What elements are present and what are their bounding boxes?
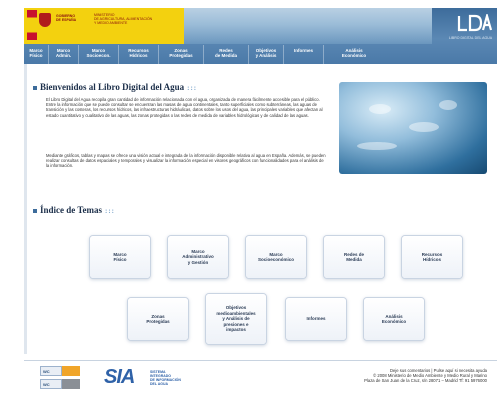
gov-label: GOBIERNO DE ESPAÑA (56, 14, 77, 22)
topic-marco-fisico[interactable]: Marco Físico (90, 236, 150, 278)
dots-icon: ::: (187, 84, 198, 92)
menu-item-recursos-hidricos[interactable]: Recursos Hídricos (119, 45, 159, 64)
topic-recursos-hidricos[interactable]: Recursos Hídricos (402, 236, 462, 278)
indice-heading: Índice de Temas::: (33, 205, 115, 215)
ministry-label: MINISTERIO DE AGRICULTURA, ALIMENTACIÓN … (94, 13, 153, 25)
indice-title-text: Índice de Temas (40, 205, 103, 215)
sia-logo[interactable]: SIA SISTEMA INTEGRADO DE INFORMACIÓN DEL… (104, 366, 194, 390)
topic-informes[interactable]: Informes (286, 298, 346, 340)
topic-marco-administrativo[interactable]: Marco Administrativo y Gestión (168, 236, 228, 278)
topic-analisis-economico[interactable]: Análisis Económico (364, 298, 424, 340)
topic-zonas-protegidas[interactable]: Zonas Protegidas (128, 298, 188, 340)
menu-item-analisis-economico[interactable]: Análisis Económico (324, 45, 384, 64)
welcome-heading: Bienvenidos al Libro Digital del Agua::: (33, 82, 197, 92)
sia-caption: SISTEMA INTEGRADO DE INFORMACIÓN DEL AGU… (150, 370, 181, 386)
topic-objetivos[interactable]: Objetivos medioambientales y Análisis de… (206, 294, 266, 344)
water-photo (339, 82, 487, 174)
topic-marco-socioeconomico[interactable]: Marco Socioeconómico (246, 236, 306, 278)
footer-badges: WC WC (40, 366, 86, 392)
government-banner[interactable]: GOBIERNO DE ESPAÑA MINISTERIO DE AGRICUL… (24, 8, 184, 44)
lda-subtitle: LIBRO DIGITAL DEL AGUA (449, 36, 493, 40)
topic-redes-medida[interactable]: Redes de Medida (324, 236, 384, 278)
left-border (24, 64, 27, 354)
header-water-image (184, 8, 432, 44)
menu-item-marco-socioecon[interactable]: Marco Socioecon. (79, 45, 119, 64)
menu-item-marco-fisico[interactable]: Marco Físico (24, 45, 49, 64)
bullet-icon (33, 208, 37, 213)
wai-badge-icon[interactable] (62, 366, 80, 376)
page: GOBIERNO DE ESPAÑA MINISTERIO DE AGRICUL… (0, 0, 497, 396)
menu-item-redes-medida[interactable]: Redes de Medida (204, 45, 249, 64)
w3c-badge-icon[interactable]: WC (40, 366, 62, 376)
footer-divider (24, 360, 497, 361)
welcome-title-text: Bienvenidos al Libro Digital del Agua (40, 82, 185, 92)
dots-icon: ::: (105, 207, 116, 215)
footer-address: Plaza de San Juan de la Cruz, s/n 28071 … (364, 378, 487, 384)
menu-item-objetivos[interactable]: Objetivos y Análisis (249, 45, 284, 64)
sia-logo-text: SIA (104, 366, 135, 388)
menu-item-marco-admin[interactable]: Marco Admin. (49, 45, 79, 64)
footer-text: Deje sus comentarios | Pulse aquí si nec… (297, 368, 487, 384)
header: GOBIERNO DE ESPAÑA MINISTERIO DE AGRICUL… (24, 8, 497, 64)
welcome-paragraph-2: Mediante gráficos, tablas y mapas se ofr… (46, 153, 326, 169)
lda-logo[interactable] (457, 14, 493, 32)
spain-flag-icon (27, 10, 37, 40)
xhtml-badge-icon[interactable] (62, 379, 80, 389)
main-menu: Marco Físico Marco Admin. Marco Socioeco… (24, 45, 497, 64)
menu-item-informes[interactable]: Informes (284, 45, 324, 64)
welcome-paragraph-1: El Libro Digital del Agua recopila gran … (46, 97, 323, 118)
coat-of-arms-icon (39, 13, 51, 27)
css-badge-icon[interactable]: WC (40, 379, 62, 389)
bullet-icon (33, 85, 37, 90)
menu-item-zonas-protegidas[interactable]: Zonas Protegidas (159, 45, 204, 64)
